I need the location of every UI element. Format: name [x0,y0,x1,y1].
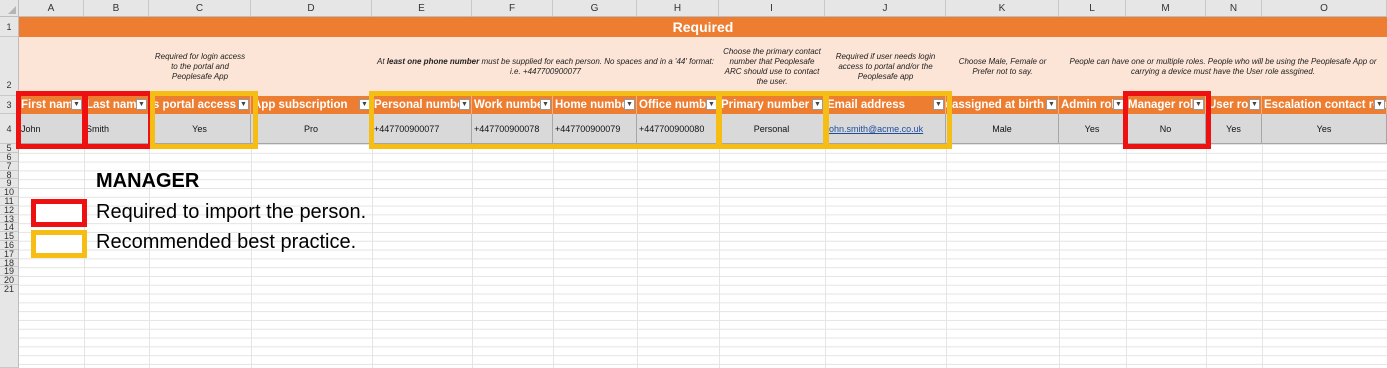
note-email: Required if user needs login access to p… [835,51,936,81]
column-header-o[interactable]: O [1262,0,1387,17]
column-header-d[interactable]: D [251,0,372,17]
cell-admin-role[interactable]: Yes [1059,114,1126,144]
required-outline-last-name [83,91,153,149]
row-header-21[interactable]: 21 [0,285,19,368]
recommended-outline-primary-number [717,91,828,149]
header-escalation-role[interactable]: Escalation contact role ▼ [1262,96,1387,114]
gridline [1206,144,1207,368]
header-sex-assigned[interactable]: Sex assigned at birth▼ [946,96,1059,114]
column-header-a[interactable]: A [19,0,84,17]
legend-red-swatch [31,199,87,227]
column-header-i[interactable]: I [719,0,825,17]
gridline [251,144,252,368]
gridline [553,144,554,368]
legend-recommended-text: Recommended best practice. [96,231,357,253]
column-header-h[interactable]: H [637,0,719,17]
cell-sex-assigned[interactable]: Male [946,114,1059,144]
recommended-outline-portal-access [150,91,258,149]
gridline [825,144,826,368]
select-all-corner[interactable] [0,0,19,17]
required-band[interactable]: Required [19,17,1387,37]
column-header-g[interactable]: G [553,0,637,17]
column-header-k[interactable]: K [946,0,1059,17]
required-outline-manager-role [1123,91,1211,149]
column-header-j[interactable]: J [825,0,946,17]
legend-title: MANAGER [96,170,200,192]
spreadsheet: A B C D E F G H I J K L M N O 1 2 3 4 5 … [0,0,1387,368]
note-sex: Choose Male, Female or Prefer not to say… [958,56,1047,76]
dropdown-arrow-icon[interactable]: ▼ [1249,99,1260,110]
cell-escalation-role[interactable]: Yes [1262,114,1387,144]
gridline [1126,144,1127,368]
cell-app-subscription[interactable]: Pro [251,114,372,144]
gridline [946,144,947,368]
column-header-e[interactable]: E [372,0,472,17]
column-header-n[interactable]: N [1206,0,1262,17]
note-phone-numbers: At least one phone number must be suppli… [376,56,715,76]
legend-required-text: Required to import the person. [96,201,367,223]
note-primary-number: Choose the primary contact number that P… [723,46,821,86]
recommended-outline-phone-numbers [369,91,721,149]
column-header-b[interactable]: B [84,0,149,17]
note-portal-access: Required for login access to the portal … [154,51,246,81]
legend-amber-swatch [31,230,87,258]
header-user-role[interactable]: User role ▼ [1206,96,1262,114]
row-header-2[interactable]: 2 [0,37,19,96]
empty-grid[interactable] [19,144,1387,368]
gridline [472,144,473,368]
column-header-l[interactable]: L [1059,0,1126,17]
row-header-1[interactable]: 1 [0,17,19,37]
column-header-f[interactable]: F [472,0,553,17]
gridline [719,144,720,368]
column-header-c[interactable]: C [149,0,251,17]
header-admin-role[interactable]: Admin role ▼ [1059,96,1126,114]
column-header-m[interactable]: M [1126,0,1206,17]
gridline [1262,144,1263,368]
gridline [1059,144,1060,368]
required-outline-first-name [16,91,87,149]
dropdown-arrow-icon[interactable]: ▼ [1046,99,1057,110]
gridline [637,144,638,368]
note-roles: People can have one or multiple roles. P… [1069,56,1377,76]
header-app-subscription[interactable]: App subscription ▼ [251,96,372,114]
gridline [372,144,373,368]
dropdown-arrow-icon[interactable]: ▼ [1374,99,1385,110]
cell-user-role[interactable]: Yes [1206,114,1262,144]
recommended-outline-email [824,91,952,149]
